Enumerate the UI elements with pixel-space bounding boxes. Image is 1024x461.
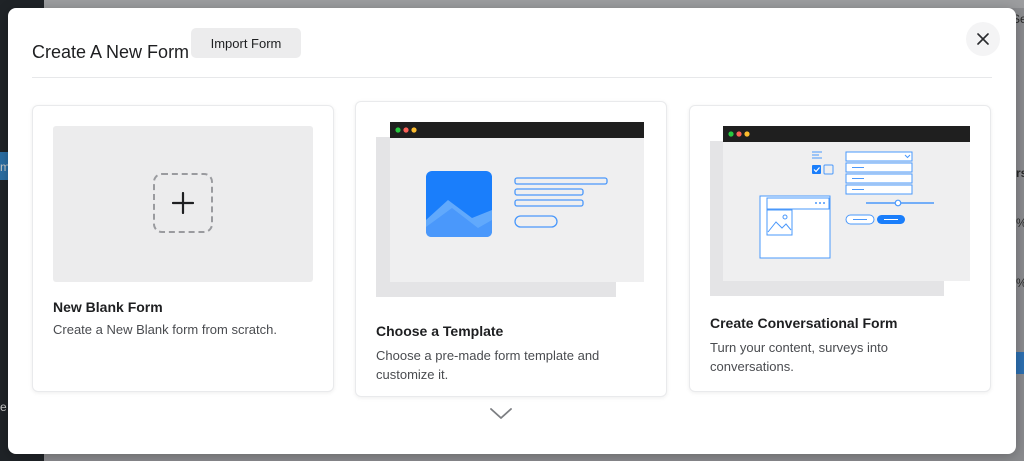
plus-icon-box (153, 173, 213, 233)
window-dot-yellow (411, 127, 417, 133)
template-illustration (376, 122, 644, 297)
background-text: rs (1016, 166, 1024, 180)
card-description: Create a New Blank form from scratch. (53, 322, 277, 337)
window-dot-red (736, 131, 742, 137)
card-description: Turn your content, surveys into (710, 340, 888, 355)
background-text: % (1016, 276, 1024, 290)
choose-template-card[interactable]: Choose a Template Choose a pre-made form… (355, 101, 667, 397)
close-icon (977, 33, 989, 45)
window-dot-green (728, 131, 734, 137)
modal-header: Create A New Form Import Form (32, 22, 1000, 78)
background-text: % (1016, 216, 1024, 230)
background-topbar (44, 0, 1024, 8)
blank-form-preview (53, 126, 313, 282)
window-dot-red (403, 127, 409, 133)
window-dot-green (395, 127, 401, 133)
import-form-button[interactable]: Import Form (191, 28, 301, 58)
card-title: New Blank Form (53, 299, 163, 315)
card-description: conversations. (710, 359, 794, 374)
background-right-button (1016, 352, 1024, 374)
card-description: customize it. (376, 367, 449, 382)
create-form-modal: Create A New Form Import Form New Blank … (8, 8, 1016, 454)
chevron-down-icon[interactable] (488, 404, 514, 422)
close-button[interactable] (966, 22, 1000, 56)
plus-icon (172, 192, 194, 214)
create-conversational-form-card[interactable]: Create Conversational Form Turn your con… (689, 105, 991, 392)
window-dot-yellow (744, 131, 750, 137)
conversational-illustration (710, 126, 970, 296)
card-title: Create Conversational Form (710, 315, 898, 331)
card-description: Choose a pre-made form template and (376, 348, 600, 363)
new-blank-form-card[interactable]: New Blank Form Create a New Blank form f… (32, 105, 334, 392)
card-title: Choose a Template (376, 323, 504, 339)
conv-window-bar (723, 126, 970, 142)
template-window-bar (390, 122, 644, 138)
background-text: e (0, 400, 7, 414)
modal-title: Create A New Form (32, 42, 190, 62)
